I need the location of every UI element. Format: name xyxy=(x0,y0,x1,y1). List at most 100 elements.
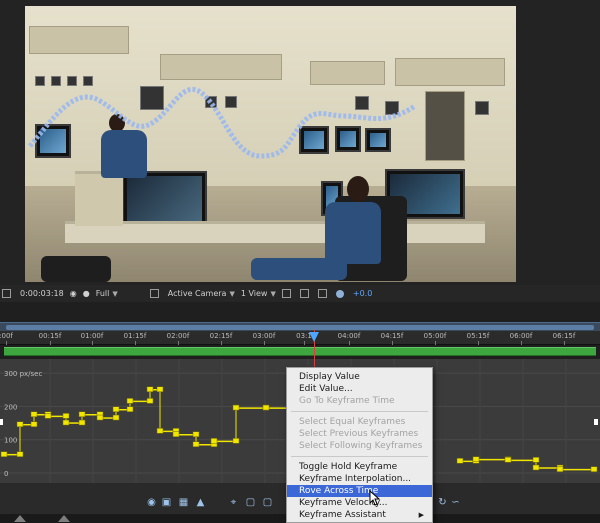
work-area-fill[interactable] xyxy=(6,325,594,330)
menu-keyframe-interpolation[interactable]: Keyframe Interpolation... xyxy=(287,473,432,485)
keyframe-handle[interactable] xyxy=(16,421,24,427)
ruler-tick xyxy=(178,341,179,345)
grid-icon[interactable] xyxy=(149,289,162,298)
mouse-cursor-icon xyxy=(369,490,381,506)
keyframe-handle[interactable] xyxy=(172,431,180,437)
easy-ease-icon[interactable]: ↻ xyxy=(437,497,448,508)
ruler-tick-label: 04:15f xyxy=(380,332,404,340)
composition-viewer[interactable] xyxy=(0,0,600,285)
keyframe-handle[interactable] xyxy=(456,458,464,464)
graph-type-icon[interactable]: ▲ xyxy=(195,497,206,508)
keyframe-handle[interactable] xyxy=(30,421,38,427)
menu-rove-across-time[interactable]: Rove Across Time xyxy=(287,485,432,497)
ruler-tick xyxy=(221,341,222,345)
keyframe-handle[interactable] xyxy=(126,406,134,412)
snapshot-toggle[interactable] xyxy=(2,289,14,298)
keyframe-handle[interactable] xyxy=(232,404,240,411)
motion-path-overlay[interactable] xyxy=(25,6,516,282)
keyframe-handle[interactable] xyxy=(16,451,24,457)
keyframe-handle[interactable] xyxy=(146,398,154,404)
keyframe-handle[interactable] xyxy=(0,451,8,457)
ruler-tick xyxy=(50,341,51,345)
layer-duration-bar[interactable] xyxy=(4,347,596,356)
keyframe-handle[interactable] xyxy=(472,456,480,462)
keyframe-handle[interactable] xyxy=(192,431,200,437)
keyframe-handle[interactable] xyxy=(62,419,70,426)
keyframe-handle[interactable] xyxy=(146,386,154,392)
fit-selection-icon[interactable]: ▢ xyxy=(245,497,256,508)
view-layout-dropdown[interactable]: 1 View ▼ xyxy=(241,289,276,298)
keyframe-handle[interactable] xyxy=(44,413,52,419)
keyframe-handle[interactable] xyxy=(192,441,200,447)
ruler-tick-label: 01:15f xyxy=(123,332,147,340)
ruler-tick xyxy=(304,341,305,345)
menu-edit-value[interactable]: Edit Value... xyxy=(287,383,432,395)
visibility-icon[interactable]: ◉ xyxy=(146,497,157,508)
reset-exposure-icon[interactable] xyxy=(299,289,312,298)
menu-separator xyxy=(291,456,428,457)
ruler-tick-label: 05:00f xyxy=(423,332,447,340)
ruler-tick-label: 05:15f xyxy=(466,332,490,340)
keyframe-handle[interactable] xyxy=(112,406,120,412)
ruler-tick xyxy=(392,341,393,345)
ruler-tick-label: :00f xyxy=(0,332,13,340)
zoom-in-icon[interactable] xyxy=(58,515,70,522)
keyframe-handle[interactable] xyxy=(590,466,598,472)
ruler-tick-label: 02:00f xyxy=(166,332,190,340)
keyframe-handle[interactable] xyxy=(232,438,240,444)
keyframe-handle[interactable] xyxy=(112,414,120,421)
keyframe-handle[interactable] xyxy=(556,466,564,472)
ruler-tick-label: 01:00f xyxy=(80,332,104,340)
menu-separator xyxy=(291,411,428,412)
time-ruler[interactable]: :00f 00:15f 01:00f 01:15f 02:00f 02:15f 03:00f… xyxy=(0,331,600,345)
current-time-indicator-head[interactable] xyxy=(309,332,319,342)
keyframe-handle[interactable] xyxy=(156,428,164,434)
menu-keyframe-assistant[interactable]: Keyframe Assistant ▶ xyxy=(287,509,432,521)
chevron-down-icon: ▼ xyxy=(229,289,235,298)
color-channel-icon[interactable]: ● xyxy=(83,289,90,298)
keyframe-handle[interactable] xyxy=(30,411,38,417)
ruler-tick xyxy=(564,341,565,345)
motion-path-icon[interactable]: ∽ xyxy=(450,497,461,508)
graph-axis-label: 200 xyxy=(4,403,17,411)
keyframe-handle[interactable] xyxy=(126,398,134,404)
chevron-down-icon: ▼ xyxy=(270,289,276,298)
show-snapshot-icon[interactable] xyxy=(335,289,347,298)
keyframe-handle[interactable] xyxy=(532,457,540,463)
grid-icon[interactable]: ▦ xyxy=(178,497,189,508)
menu-select-previous-keyframes: Select Previous Keyframes xyxy=(299,429,419,439)
keyframe-handle[interactable] xyxy=(96,414,104,421)
keyframe-context-menu[interactable]: Display Value Edit Value... Go To Keyfra… xyxy=(286,367,433,523)
current-time-display[interactable]: 0:00:03:18 xyxy=(20,289,64,298)
ruler-tick xyxy=(521,341,522,345)
keyframe-handle[interactable] xyxy=(504,457,512,463)
fit-icon[interactable] xyxy=(281,289,294,298)
keyframe-handle[interactable] xyxy=(262,404,270,411)
keyframe-handle[interactable] xyxy=(156,386,164,392)
fit-icon[interactable]: ⌖ xyxy=(228,497,239,508)
menu-toggle-hold-keyframe[interactable]: Toggle Hold Keyframe xyxy=(287,461,432,473)
camera-icon[interactable]: ◉ xyxy=(70,289,77,298)
menu-display-value[interactable]: Display Value xyxy=(287,371,432,383)
keyframe-handle[interactable] xyxy=(78,411,86,417)
work-area-bar[interactable] xyxy=(0,322,600,331)
snapshot-icon[interactable] xyxy=(317,289,330,298)
graph-axis-label: 0 xyxy=(4,470,8,478)
graph-end-marker xyxy=(594,419,598,425)
snapshot-icon[interactable]: ▣ xyxy=(161,497,172,508)
region-icon xyxy=(2,289,11,298)
keyframe-handle[interactable] xyxy=(62,413,70,419)
keyframe-handle[interactable] xyxy=(532,464,540,471)
menu-select-equal-keyframes: Select Equal Keyframes xyxy=(299,417,406,427)
camera-dropdown[interactable]: Active Camera ▼ xyxy=(168,289,235,298)
exposure-value[interactable]: +0.0 xyxy=(353,289,372,298)
fit-all-icon[interactable]: ▢ xyxy=(262,497,273,508)
ruler-tick-label: 00:15f xyxy=(38,332,62,340)
ruler-tick xyxy=(6,341,7,345)
keyframe-handle[interactable] xyxy=(78,419,86,426)
zoom-out-icon[interactable] xyxy=(14,515,26,522)
keyframe-handle[interactable] xyxy=(210,438,218,444)
magnification-dropdown[interactable]: Full ▼ xyxy=(96,289,118,298)
composition-frame[interactable] xyxy=(25,6,516,282)
menu-keyframe-velocity[interactable]: Keyframe Velocity... xyxy=(287,497,432,509)
